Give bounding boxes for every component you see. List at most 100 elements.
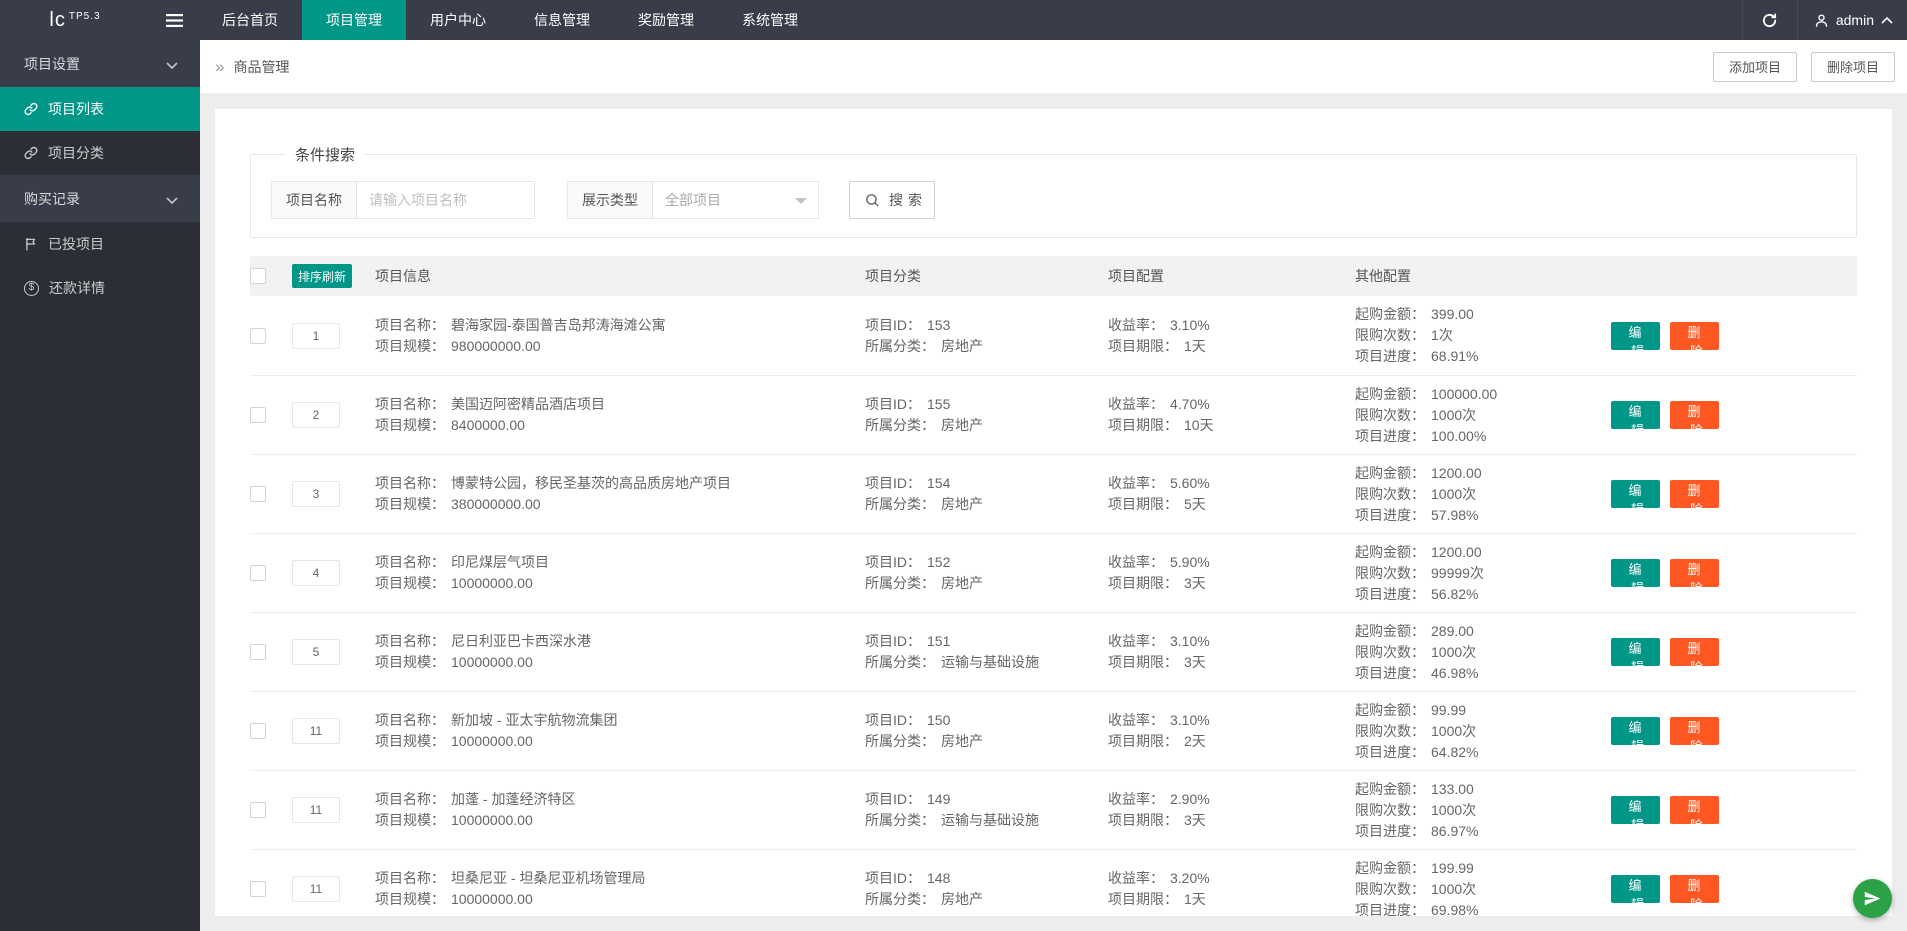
row-checkbox[interactable]: [250, 328, 266, 344]
user-menu[interactable]: admin: [1798, 0, 1907, 40]
project-name-label: 项目名称：: [375, 633, 445, 649]
select-all-checkbox[interactable]: [250, 268, 266, 284]
project-scale: 项目规模： 10000000.00: [375, 810, 865, 831]
sort-order-input[interactable]: [292, 481, 340, 507]
sort-order-input[interactable]: [292, 876, 340, 902]
customer-service-button[interactable]: [1853, 879, 1892, 918]
top-nav: 后台首页项目管理用户中心信息管理奖励管理系统管理: [198, 0, 822, 40]
edit-button[interactable]: 编辑: [1611, 717, 1660, 745]
row-checkbox[interactable]: [250, 565, 266, 581]
delete-button[interactable]: 删除: [1670, 796, 1719, 824]
project-id-label: 项目ID：: [865, 633, 921, 649]
project-scale-label: 项目规模：: [375, 891, 445, 907]
sidebar-section-1[interactable]: 项目设置: [0, 40, 200, 87]
project-name-label: 项目名称：: [375, 712, 445, 728]
delete-button[interactable]: 删除: [1670, 559, 1719, 587]
row-checkbox[interactable]: [250, 407, 266, 423]
nav-item-6[interactable]: 系统管理: [718, 0, 822, 40]
project-progress-value: 64.82%: [1431, 744, 1478, 760]
add-project-button[interactable]: 添加项目: [1713, 52, 1797, 82]
delete-project-button[interactable]: 删除项目: [1811, 52, 1895, 82]
sort-order-input[interactable]: [292, 323, 340, 349]
project-name-label: 项目名称：: [375, 396, 445, 412]
project-rate: 收益率：2.90%: [1108, 789, 1355, 810]
table-header-row: 排序刷新 项目信息 项目分类 项目配置 其他配置: [250, 256, 1857, 296]
delete-button[interactable]: 删除: [1670, 717, 1719, 745]
project-scale-value: 10000000.00: [451, 812, 533, 828]
project-name-input[interactable]: [357, 181, 535, 219]
project-period-value: 5天: [1184, 496, 1206, 512]
project-name-value: 尼日利亚巴卡西深水港: [451, 633, 591, 649]
project-name: 项目名称： 尼日利亚巴卡西深水港: [375, 631, 865, 652]
project-id-label: 项目ID：: [865, 870, 921, 886]
project-rate-value: 2.90%: [1170, 791, 1210, 807]
nav-item-3[interactable]: 用户中心: [406, 0, 510, 40]
edit-button[interactable]: 编辑: [1611, 401, 1660, 429]
project-category: 所属分类：房地产: [865, 336, 1108, 357]
nav-item-5[interactable]: 奖励管理: [614, 0, 718, 40]
project-scale-label: 项目规模：: [375, 812, 445, 828]
header-project-category: 项目分类: [865, 266, 1108, 286]
sort-order-input[interactable]: [292, 718, 340, 744]
project-progress: 项目进度：69.98%: [1355, 900, 1611, 917]
edit-button[interactable]: 编辑: [1611, 559, 1660, 587]
delete-button[interactable]: 删除: [1670, 401, 1719, 429]
logo[interactable]: lcTP5.3: [0, 0, 150, 40]
edit-button[interactable]: 编辑: [1611, 796, 1660, 824]
sidebar-item[interactable]: 还款详情: [0, 266, 200, 310]
project-period-value: 3天: [1184, 812, 1206, 828]
sidebar-item[interactable]: 已投项目: [0, 222, 200, 266]
project-period-value: 1天: [1184, 338, 1206, 354]
user-icon: [1814, 13, 1829, 28]
project-name-value: 新加坡 - 亚太宇航物流集团: [451, 712, 617, 728]
edit-button[interactable]: 编辑: [1611, 480, 1660, 508]
edit-button[interactable]: 编辑: [1611, 875, 1660, 903]
search-button[interactable]: 搜索: [849, 181, 935, 219]
sidebar-section-title: 项目设置: [24, 54, 80, 74]
limit-times-value: 1000次: [1431, 644, 1476, 660]
page-actions: 添加项目 删除项目: [1713, 52, 1895, 82]
sidebar-section-2[interactable]: 购买记录: [0, 175, 200, 222]
sort-order-input[interactable]: [292, 560, 340, 586]
project-progress-label: 项目进度：: [1355, 348, 1425, 364]
nav-item-4[interactable]: 信息管理: [510, 0, 614, 40]
project-rate-value: 3.20%: [1170, 870, 1210, 886]
sort-order-input[interactable]: [292, 639, 340, 665]
project-id: 项目ID：148: [865, 868, 1108, 889]
project-name-value: 美国迈阿密精品酒店项目: [451, 396, 605, 412]
row-checkbox[interactable]: [250, 802, 266, 818]
delete-button[interactable]: 删除: [1670, 480, 1719, 508]
refresh-icon[interactable]: [1742, 0, 1798, 40]
min-amount: 起购金额：100000.00: [1355, 384, 1611, 405]
sort-order-input[interactable]: [292, 402, 340, 428]
row-checkbox[interactable]: [250, 881, 266, 897]
min-amount-value: 199.99: [1431, 860, 1474, 876]
edit-button[interactable]: 编辑: [1611, 638, 1660, 666]
row-checkbox[interactable]: [250, 486, 266, 502]
project-id: 项目ID：151: [865, 631, 1108, 652]
delete-button[interactable]: 删除: [1670, 322, 1719, 350]
project-progress-label: 项目进度：: [1355, 586, 1425, 602]
project-name: 项目名称：碧海家园-泰国普吉岛邦涛海滩公寓: [375, 315, 865, 336]
nav-item-2[interactable]: 项目管理: [302, 0, 406, 40]
edit-button[interactable]: 编辑: [1611, 322, 1660, 350]
delete-button[interactable]: 删除: [1670, 875, 1719, 903]
limit-times: 限购次数：1000次: [1355, 721, 1611, 742]
row-checkbox[interactable]: [250, 644, 266, 660]
sort-refresh-button[interactable]: 排序刷新: [292, 264, 352, 288]
display-type-select[interactable]: 全部项目: [653, 181, 819, 219]
nav-item-1[interactable]: 后台首页: [198, 0, 302, 40]
min-amount: 起购金额：1200.00: [1355, 463, 1611, 484]
menu-toggle-icon[interactable]: [150, 0, 198, 40]
project-scale-value: 10000000.00: [451, 654, 533, 670]
table-row: 项目名称：美国迈阿密精品酒店项目项目规模：8400000.00项目ID：155所…: [250, 375, 1857, 454]
limit-times-value: 1000次: [1431, 407, 1476, 423]
delete-button[interactable]: 删除: [1670, 638, 1719, 666]
limit-times: 限购次数：1000次: [1355, 405, 1611, 426]
row-checkbox[interactable]: [250, 723, 266, 739]
min-amount-value: 100000.00: [1431, 386, 1497, 402]
sort-order-input[interactable]: [292, 797, 340, 823]
sidebar-item[interactable]: 项目列表: [0, 87, 200, 131]
sidebar-item[interactable]: 项目分类: [0, 131, 200, 175]
link-icon: [24, 146, 38, 160]
